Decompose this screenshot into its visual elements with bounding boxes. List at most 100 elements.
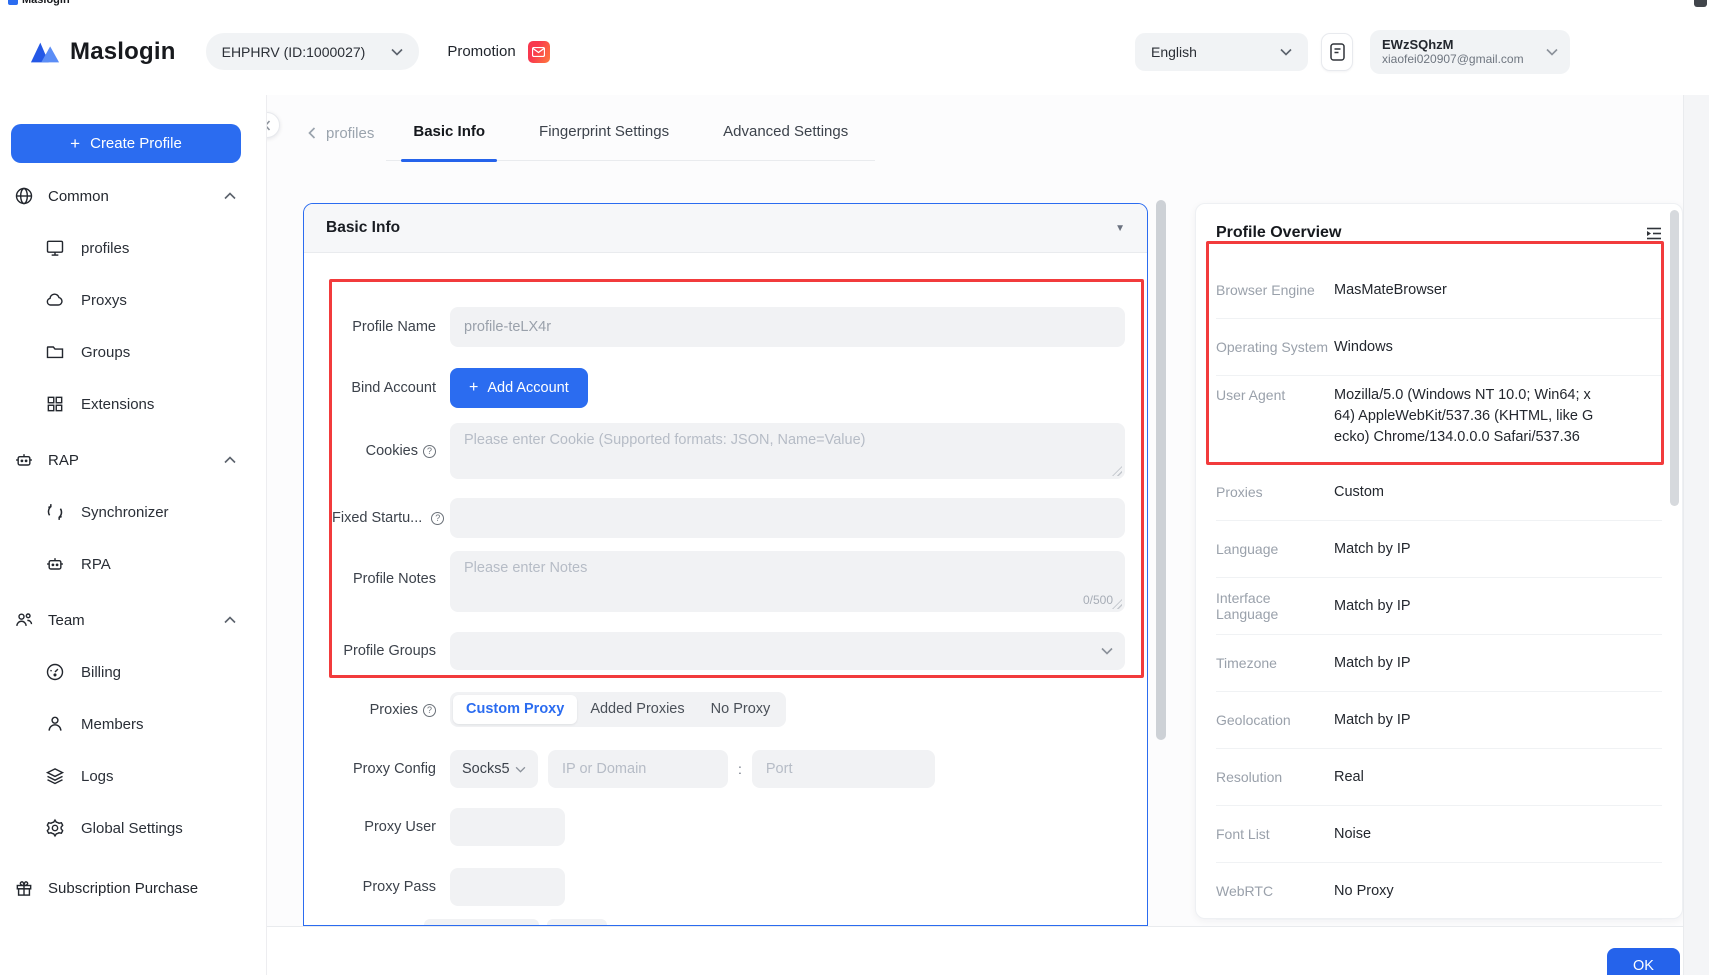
add-account-button[interactable]: + Add Account	[450, 368, 588, 408]
overview-row: Browser Engine MasMateBrowser	[1216, 262, 1662, 319]
tab-fingerprint-settings[interactable]: Fingerprint Settings	[512, 105, 696, 161]
sidebar-item-subscription-purchase[interactable]: Subscription Purchase	[0, 865, 266, 911]
promotion-link[interactable]: Promotion	[447, 41, 549, 63]
sidebar-item-rpa[interactable]: RPA	[0, 541, 266, 587]
back-to-profiles[interactable]: profiles	[308, 105, 374, 161]
sidebar-item-label: Subscription Purchase	[48, 880, 198, 897]
colon-separator: :	[738, 761, 742, 777]
gift-icon	[14, 878, 34, 898]
overview-row-label: User Agent	[1216, 385, 1334, 403]
profile-name-label: Profile Name	[332, 307, 436, 347]
bind-account-label: Bind Account	[332, 368, 436, 408]
sidebar-item-logs[interactable]: Logs	[0, 753, 266, 799]
collapse-caret-icon[interactable]: ▼	[1115, 223, 1125, 234]
profile-groups-select[interactable]	[450, 632, 1125, 670]
layers-icon	[45, 766, 65, 786]
overview-row-label: WebRTC	[1216, 883, 1334, 899]
overview-row-label: Operating System	[1216, 339, 1334, 355]
ok-button[interactable]: OK	[1607, 948, 1680, 975]
fixed-startup-input[interactable]	[450, 498, 1125, 538]
robot-icon	[14, 450, 34, 470]
overview-scrollbar[interactable]	[1670, 210, 1679, 506]
plus-icon: +	[469, 379, 478, 397]
cookies-textarea[interactable]	[450, 423, 1125, 479]
proxies-label: Proxies?	[332, 692, 436, 728]
chevron-up-icon[interactable]	[224, 616, 236, 624]
sidebar-section-team[interactable]: Team	[0, 597, 266, 643]
proxy-port-input[interactable]	[752, 750, 935, 788]
overview-row-value: Windows	[1334, 339, 1393, 355]
sidebar-item-proxys[interactable]: Proxys	[0, 277, 266, 323]
basic-info-card-header[interactable]: Basic Info ▼	[304, 204, 1147, 253]
overview-row-value: Noise	[1334, 826, 1371, 842]
chevron-up-icon[interactable]	[224, 192, 236, 200]
window-app-icon	[8, 0, 18, 5]
profile-notes-label: Profile Notes	[332, 551, 436, 612]
content-scrollbar[interactable]	[1156, 200, 1166, 740]
sync-icon	[45, 502, 65, 522]
workspace-dropdown[interactable]: EHPHRV (ID:1000027)	[206, 33, 420, 70]
sidebar-item-label: Groups	[81, 344, 130, 361]
grid-icon	[45, 394, 65, 414]
proxy-pass-label: Proxy Pass	[332, 868, 436, 906]
promotion-envelope-icon	[528, 41, 550, 63]
gear-icon	[45, 818, 65, 838]
proxy-mode-added[interactable]: Added Proxies	[577, 695, 697, 724]
help-icon[interactable]: ?	[423, 704, 436, 717]
billing-meter-icon	[45, 662, 65, 682]
sidebar-item-label: Proxys	[81, 292, 127, 309]
chevron-down-icon	[391, 48, 403, 56]
panel-collapse-icon[interactable]	[1646, 227, 1662, 240]
proxy-user-row: Proxy User	[332, 808, 1125, 846]
proxy-mode-none[interactable]: No Proxy	[698, 695, 784, 724]
proxy-pass-input[interactable]	[450, 868, 565, 906]
chevron-up-icon[interactable]	[224, 456, 236, 464]
sidebar-item-groups[interactable]: Groups	[0, 329, 266, 375]
create-profile-button[interactable]: + Create Profile	[11, 124, 241, 163]
profile-name-input[interactable]	[450, 307, 1125, 347]
help-icon[interactable]: ?	[423, 445, 436, 458]
basic-info-card: Basic Info ▼ Profile Name Bind Account +…	[303, 203, 1148, 926]
footer-bar: OK	[267, 926, 1683, 975]
chevron-down-icon	[515, 766, 526, 773]
chevron-down-icon	[1280, 48, 1292, 56]
profile-notes-textarea[interactable]	[450, 551, 1125, 612]
chevron-down-icon	[1101, 647, 1113, 655]
add-account-label: Add Account	[487, 380, 568, 396]
sidebar-item-members[interactable]: Members	[0, 701, 266, 747]
sidebar-item-extensions[interactable]: Extensions	[0, 381, 266, 427]
overview-row: Language Match by IP	[1216, 521, 1662, 578]
proxy-type-select[interactable]: Socks5	[450, 750, 538, 788]
tab-advanced-settings[interactable]: Advanced Settings	[696, 105, 875, 161]
sidebar-item-global-settings[interactable]: Global Settings	[0, 805, 266, 851]
overview-row: Interface Language Match by IP	[1216, 578, 1662, 635]
sidebar-item-billing[interactable]: Billing	[0, 649, 266, 695]
proxy-mode-custom[interactable]: Custom Proxy	[453, 695, 577, 724]
sidebar-item-profiles[interactable]: profiles	[0, 225, 266, 271]
sidebar-section-common[interactable]: Common	[0, 173, 266, 219]
sidebar-item-synchronizer[interactable]: Synchronizer	[0, 489, 266, 535]
account-email: xiaofei020907@gmail.com	[1382, 52, 1538, 66]
overview-row-label: Font List	[1216, 826, 1334, 842]
tab-basic-info[interactable]: Basic Info	[386, 105, 512, 161]
window-title-text: Maslogin	[22, 0, 70, 6]
account-dropdown[interactable]: EWzSQhzM xiaofei020907@gmail.com	[1370, 30, 1570, 74]
sidebar-item-label: RPA	[81, 556, 111, 573]
overview-row-value: No Proxy	[1334, 883, 1394, 899]
proxy-config-label: Proxy Config	[332, 750, 436, 788]
detail-tabs: profiles Basic Info Fingerprint Settings…	[267, 95, 1683, 161]
proxy-user-input[interactable]	[450, 808, 565, 846]
sidebar-section-rap[interactable]: RAP	[0, 437, 266, 483]
clipped-field	[547, 919, 607, 925]
overview-row-label: Timezone	[1216, 655, 1334, 671]
help-icon[interactable]: ?	[431, 512, 444, 525]
main-content: profiles Basic Info Fingerprint Settings…	[267, 95, 1709, 975]
page-scrollbar-track[interactable]	[1683, 95, 1709, 975]
brand-name: Maslogin	[70, 38, 176, 66]
overview-row: Resolution Real	[1216, 749, 1662, 806]
chevron-down-icon	[1546, 48, 1558, 56]
sidebar-item-label: Logs	[81, 768, 114, 785]
language-dropdown[interactable]: English	[1135, 33, 1308, 71]
docs-button[interactable]	[1321, 33, 1353, 71]
proxy-ip-input[interactable]	[548, 750, 728, 788]
